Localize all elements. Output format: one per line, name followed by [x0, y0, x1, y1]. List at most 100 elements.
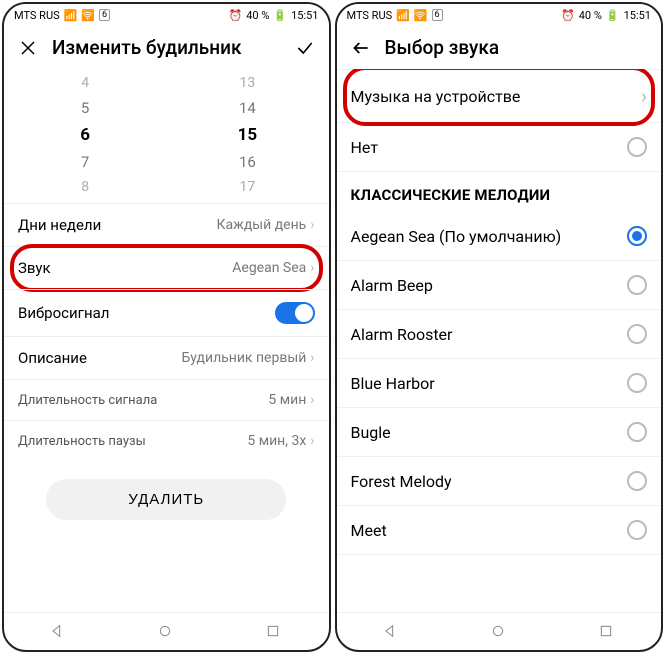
signal-icon: 📶 [396, 9, 410, 22]
row-value: Каждый день › [217, 217, 315, 233]
picker-item[interactable]: 17 [240, 177, 256, 197]
radio-unchecked[interactable] [627, 520, 647, 540]
nav-recent-icon[interactable] [265, 623, 283, 641]
hour-column[interactable]: 4 5 6 7 8 [4, 73, 166, 197]
time-picker[interactable]: 4 5 6 7 8 13 14 15 16 17 [4, 69, 329, 203]
chevron-right-icon: › [310, 217, 314, 233]
nav-bar [4, 612, 329, 650]
signal-icon: 📶 [64, 9, 78, 22]
radio-unchecked[interactable] [627, 373, 647, 393]
status-bar: MTS RUS 📶 🛜 6 ⏰ 40 % 🔋 15:51 [4, 4, 329, 26]
section-header: КЛАССИЧЕСКИЕ МЕЛОДИИ [337, 172, 662, 212]
row-label: Длительность сигнала [18, 393, 157, 408]
battery-icon: 🔋 [606, 9, 620, 22]
nav-bar [337, 612, 662, 650]
battery-pct: 40 % [579, 9, 602, 22]
status-bar: MTS RUS 📶 🛜 6 ⏰ 40 % 🔋 15:51 [337, 4, 662, 26]
radio-unchecked[interactable] [627, 324, 647, 344]
radio-unchecked[interactable] [627, 137, 647, 157]
sound-item[interactable]: Alarm Beep [337, 261, 662, 310]
sound-item[interactable]: Meet [337, 506, 662, 555]
row-label: Дни недели [18, 216, 101, 234]
wifi-icon: 🛜 [414, 9, 428, 22]
picker-item[interactable]: 6 [80, 123, 90, 147]
sound-label: Meet [351, 521, 387, 540]
content: 4 5 6 7 8 13 14 15 16 17 Дни недели Кажд… [4, 69, 329, 612]
sound-list: Aegean Sea (По умолчанию) Alarm Beep Alarm… [337, 212, 662, 555]
status-left: MTS RUS 📶 🛜 6 [14, 9, 110, 22]
toggle-on[interactable] [275, 302, 315, 324]
header: Изменить будильник [4, 26, 329, 69]
row-label: Нет [351, 138, 379, 157]
row-label: Описание [18, 349, 87, 367]
chevron-right-icon: › [641, 84, 647, 108]
radio-checked[interactable] [627, 226, 647, 246]
sound-label: Forest Melody [351, 472, 452, 491]
picker-item[interactable]: 4 [81, 73, 89, 93]
row-none[interactable]: Нет [337, 123, 662, 172]
delete-button[interactable]: УДАЛИТЬ [46, 479, 286, 520]
sound-item[interactable]: Forest Melody [337, 457, 662, 506]
chevron-right-icon: › [310, 260, 314, 276]
minute-column[interactable]: 13 14 15 16 17 [166, 73, 328, 197]
content: Музыка на устройстве › Нет КЛАССИЧЕСКИЕ … [337, 69, 662, 612]
row-label: Длительность паузы [18, 434, 146, 449]
clock: 15:51 [291, 9, 318, 22]
row-pause-duration[interactable]: Длительность паузы 5 мин, 3x › [4, 420, 329, 461]
sound-label: Alarm Beep [351, 276, 433, 295]
carrier: MTS RUS [14, 9, 60, 22]
wifi-icon: 🛜 [81, 9, 95, 22]
row-value: Aegean Sea › [232, 260, 314, 276]
radio-unchecked[interactable] [627, 422, 647, 442]
sound-item[interactable]: Alarm Rooster [337, 310, 662, 359]
sound-label: Aegean Sea (По умолчанию) [351, 227, 562, 246]
row-value: Будильник первый › [181, 350, 314, 366]
battery-pct: 40 % [246, 9, 269, 22]
row-signal-duration[interactable]: Длительность сигнала 5 мин › [4, 379, 329, 420]
picker-item[interactable]: 7 [81, 151, 89, 173]
row-label: Музыка на устройстве [351, 87, 521, 106]
radio-unchecked[interactable] [627, 471, 647, 491]
page-title: Изменить будильник [52, 36, 281, 59]
battery-icon: 🔋 [273, 9, 287, 22]
row-value: 5 мин, 3x › [247, 433, 314, 449]
nav-back-icon[interactable] [49, 623, 67, 641]
row-vibrate[interactable]: Вибросигнал [4, 289, 329, 336]
picker-item[interactable]: 15 [238, 123, 258, 147]
alarm-icon: ⏰ [561, 9, 575, 22]
sig-badge: 6 [432, 9, 443, 21]
picker-item[interactable]: 13 [240, 73, 256, 93]
phone-edit-alarm: MTS RUS 📶 🛜 6 ⏰ 40 % 🔋 15:51 Изменить бу… [2, 2, 331, 652]
sound-item[interactable]: Aegean Sea (По умолчанию) [337, 212, 662, 261]
carrier: MTS RUS [347, 9, 393, 22]
nav-home-icon[interactable] [157, 623, 175, 641]
phone-select-sound: MTS RUS 📶 🛜 6 ⏰ 40 % 🔋 15:51 Выбор звука… [335, 2, 664, 652]
picker-item[interactable]: 16 [239, 151, 256, 173]
back-icon[interactable] [351, 38, 371, 58]
picker-item[interactable]: 5 [81, 97, 89, 119]
row-value: 5 мин › [268, 392, 314, 408]
page-title: Выбор звука [385, 36, 648, 59]
picker-item[interactable]: 14 [239, 97, 256, 119]
sound-label: Bugle [351, 423, 391, 442]
row-sound[interactable]: Звук Aegean Sea › [4, 246, 329, 289]
row-description[interactable]: Описание Будильник первый › [4, 336, 329, 379]
nav-home-icon[interactable] [490, 623, 508, 641]
sound-label: Blue Harbor [351, 374, 435, 393]
nav-recent-icon[interactable] [598, 623, 616, 641]
sound-label: Alarm Rooster [351, 325, 453, 344]
sig-badge: 6 [99, 9, 110, 21]
close-icon[interactable] [18, 38, 38, 58]
clock: 15:51 [624, 9, 651, 22]
nav-back-icon[interactable] [382, 623, 400, 641]
row-device-music[interactable]: Музыка на устройстве › [337, 69, 662, 123]
row-label: Звук [18, 259, 51, 277]
row-days[interactable]: Дни недели Каждый день › [4, 203, 329, 246]
radio-unchecked[interactable] [627, 275, 647, 295]
confirm-icon[interactable] [295, 38, 315, 58]
row-label: Вибросигнал [18, 304, 109, 322]
sound-item[interactable]: Blue Harbor [337, 359, 662, 408]
picker-item[interactable]: 8 [81, 177, 89, 197]
status-left: MTS RUS 📶 🛜 6 [347, 9, 443, 22]
sound-item[interactable]: Bugle [337, 408, 662, 457]
